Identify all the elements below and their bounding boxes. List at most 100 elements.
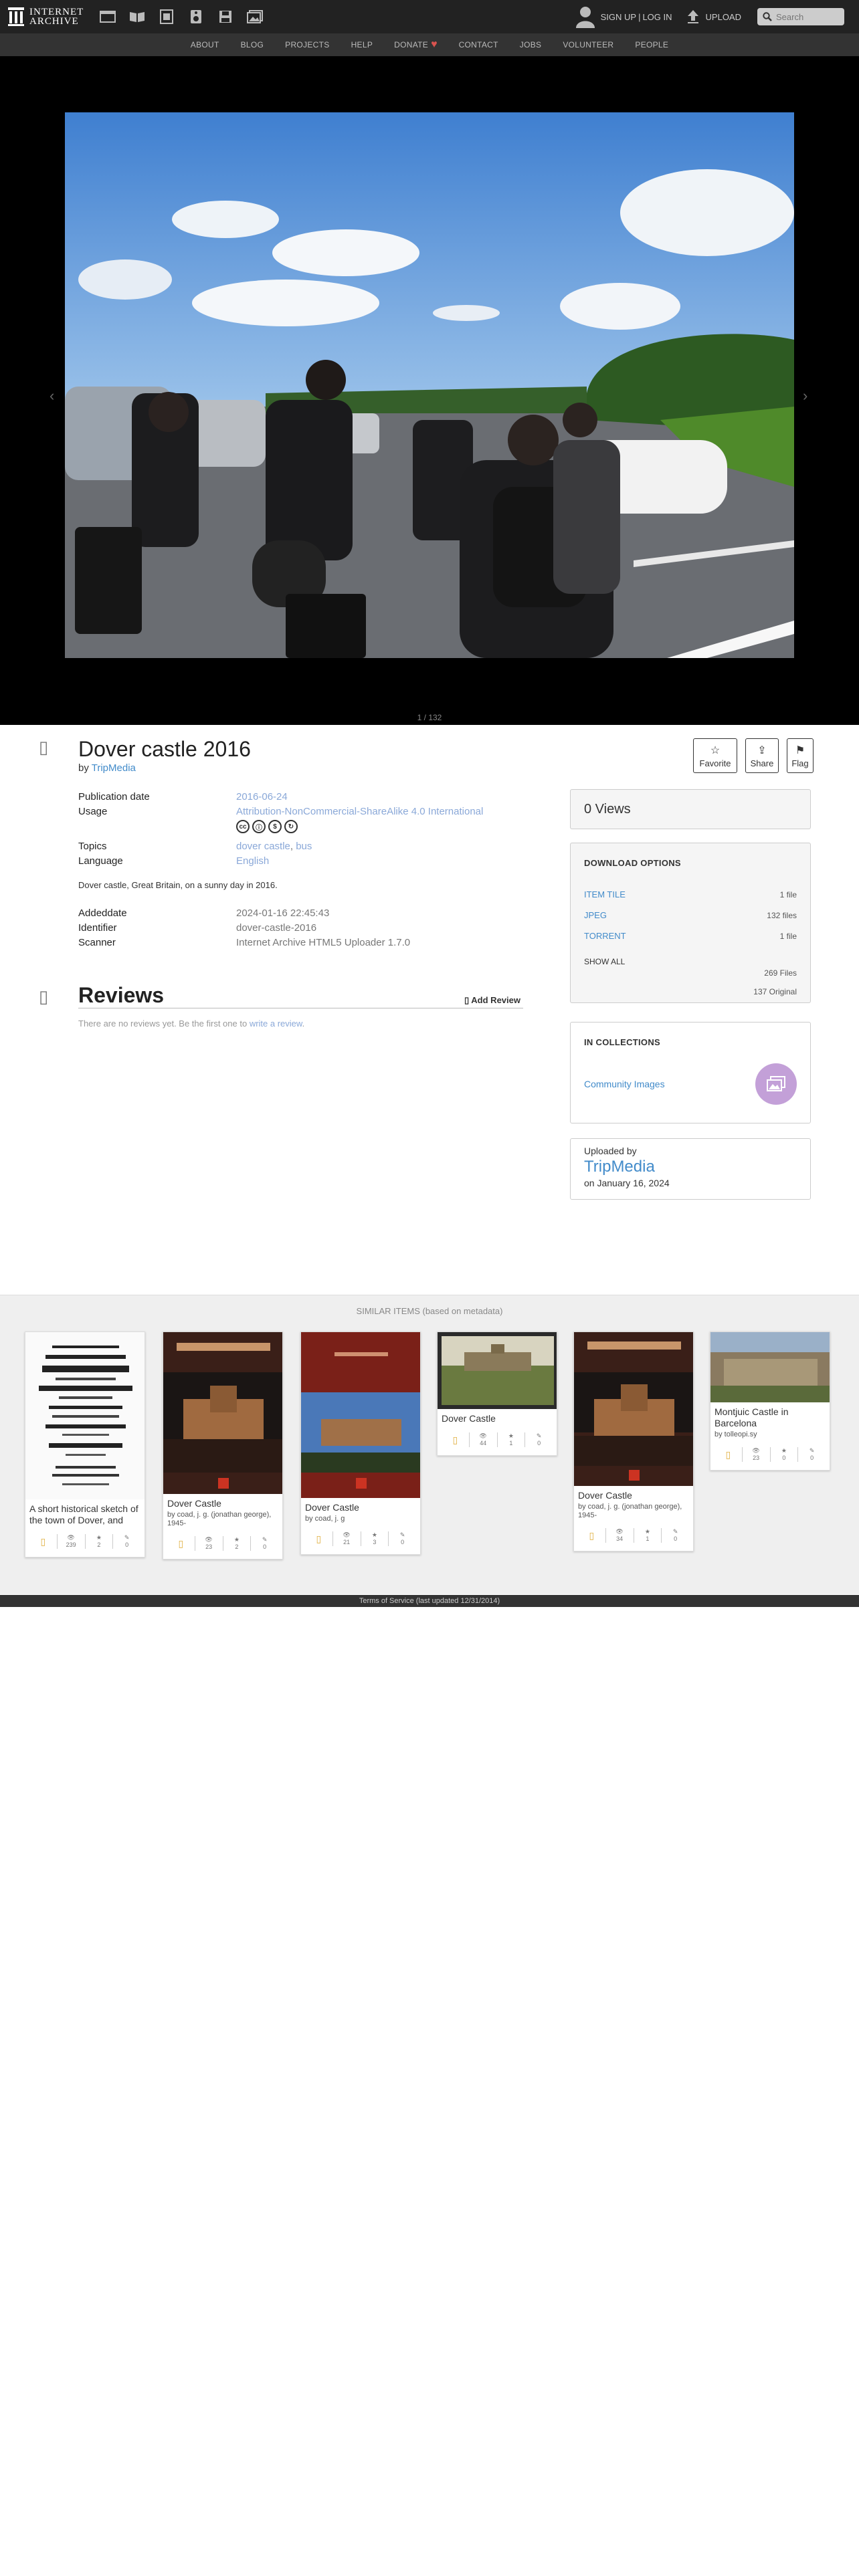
download-link[interactable]: JPEG (584, 910, 607, 920)
nav-donate[interactable]: DONATE (394, 40, 428, 49)
upload-icon (687, 10, 698, 23)
favorite-button[interactable]: ☆ Favorite (693, 738, 737, 773)
stat-views: 👁 44 (468, 1432, 497, 1447)
stat-views: 👁 23 (194, 1536, 223, 1551)
creator-line: by TripMedia (78, 762, 136, 774)
nav-about[interactable]: ABOUT (191, 40, 219, 49)
upload-button[interactable]: UPLOAD (687, 9, 741, 24)
download-count: 1 file (779, 931, 797, 941)
total-files: 269 Files (764, 968, 797, 978)
download-link[interactable]: ITEM TILE (584, 889, 626, 899)
pubdate-link[interactable]: 2016-06-24 (236, 791, 288, 802)
nav-help[interactable]: HELP (351, 40, 373, 49)
similar-item-card[interactable]: Montjuic Castle in Barcelona by tolleopi… (710, 1331, 830, 1471)
card-stats: ▯ 👁 239 ★ 2 ✎ 0 (29, 1531, 140, 1551)
reviews-side-icon: ▯ (39, 986, 49, 1006)
metadata-row: Addeddate 2024-01-16 22:45:43 (78, 905, 533, 920)
download-options-heading: DOWNLOAD OPTIONS (584, 858, 681, 868)
nav-blog[interactable]: BLOG (241, 40, 264, 49)
image-viewer: ‹ › 1 / 132 (0, 56, 859, 725)
stat-favorites: ★ 2 (84, 1534, 113, 1549)
next-page-arrow[interactable]: › (803, 387, 807, 405)
internet-archive-logo[interactable]: INTERNET ARCHIVE (8, 7, 84, 27)
collections-heading: IN COLLECTIONS (584, 1037, 660, 1047)
topic-separator: , (290, 840, 294, 852)
no-reviews-text: There are no reviews yet. Be the first o… (78, 1018, 248, 1029)
flag-label: Flag (791, 758, 809, 768)
card-author: by coad, j. g. (jonathan george), 1945- (167, 1511, 272, 1527)
similar-item-card[interactable]: Dover Castle by coad, j. g. (jonathan ge… (163, 1331, 283, 1560)
by-prefix: by (78, 762, 89, 774)
web-icon[interactable] (100, 9, 116, 24)
share-label: Share (750, 758, 774, 768)
metadata-key: Identifier (78, 922, 117, 934)
flag-button[interactable]: ⚑ Flag (787, 738, 814, 773)
similar-item-card[interactable]: Dover Castle ▯ 👁 44 ★ 1 ✎ 0 (437, 1331, 557, 1456)
flag-icon: ⚑ (795, 744, 805, 756)
metadata-row: Usage Attribution-NonCommercial-ShareAli… (78, 804, 533, 819)
metadata-row: Language English (78, 853, 533, 868)
card-title: Dover Castle (578, 1490, 632, 1501)
upload-date: on January 16, 2024 (584, 1178, 670, 1188)
software-icon[interactable] (217, 9, 233, 24)
add-review-button[interactable]: ▯ Add Review (464, 995, 520, 1006)
signup-link[interactable]: SIGN UP (601, 12, 636, 22)
metadata-key: Publication date (78, 790, 150, 802)
stat-views: 👁 23 (741, 1447, 770, 1462)
nav-volunteer[interactable]: VOLUNTEER (563, 40, 613, 49)
collection-images-icon[interactable] (755, 1063, 797, 1105)
download-link[interactable]: TORRENT (584, 931, 626, 941)
collection-link[interactable]: Community Images (584, 1079, 665, 1089)
original-files: 137 Original (753, 987, 797, 996)
audio-icon[interactable] (188, 9, 204, 24)
stat-favorites: ★ 1 (496, 1432, 525, 1447)
video-icon[interactable] (159, 9, 175, 24)
creator-link[interactable]: TripMedia (92, 762, 136, 774)
language-link[interactable]: English (236, 855, 269, 867)
collections-box: IN COLLECTIONS Community Images (570, 1022, 811, 1123)
similar-item-card[interactable]: Dover Castle by coad, j. g. (jonathan ge… (573, 1331, 694, 1551)
uploader-link[interactable]: TripMedia (584, 1158, 797, 1176)
item-metadata: Publication date 2016-06-24 Usage Attrib… (78, 789, 533, 868)
metadata-row: Identifier dover-castle-2016 (78, 920, 533, 935)
login-link[interactable]: LOG IN (642, 12, 672, 22)
upload-label: UPLOAD (705, 11, 741, 22)
nav-separator: | (638, 11, 641, 22)
user-icon[interactable] (575, 5, 595, 28)
cc-icon: cc (236, 820, 250, 833)
nav-jobs[interactable]: JOBS (520, 40, 542, 49)
uploader-box: Uploaded by TripMedia on January 16, 202… (570, 1138, 811, 1200)
images-icon[interactable] (247, 9, 264, 24)
photo-image (710, 1332, 830, 1402)
search-input[interactable] (776, 11, 843, 22)
similar-item-card[interactable]: Dover Castle by coad, j. g ▯ 👁 21 ★ 3 ✎ 0 (300, 1331, 421, 1555)
main-photo[interactable] (65, 112, 794, 658)
texts-icon[interactable] (129, 9, 145, 24)
stat-reviews: ✎ 0 (388, 1531, 416, 1546)
card-author: by tolleopi.sy (714, 1430, 757, 1438)
prev-page-arrow[interactable]: ‹ (50, 387, 54, 405)
nav-people[interactable]: PEOPLE (635, 40, 668, 49)
license-icons[interactable]: cc ⓘ $ ↻ (236, 820, 533, 833)
stat-reviews: ✎ 0 (661, 1528, 689, 1543)
nav-contact[interactable]: CONTACT (459, 40, 498, 49)
similar-items: SIMILAR ITEMS (based on metadata) A shor… (0, 1295, 859, 1594)
license-link[interactable]: Attribution-NonCommercial-ShareAlike 4.0… (236, 806, 483, 817)
favorite-label: Favorite (699, 758, 731, 768)
stat-favorites: ★ 1 (633, 1528, 662, 1543)
search-box[interactable] (757, 8, 844, 25)
footer-terms-link[interactable]: Terms of Service (last updated 12/31/201… (0, 1595, 859, 1607)
similar-item-card[interactable]: A short historical sketch of the town of… (25, 1331, 145, 1558)
metadata-row: Topics dover castle, bus (78, 839, 533, 853)
archive-building-icon (8, 7, 24, 26)
book-cover-image (301, 1332, 420, 1498)
share-button[interactable]: ⇪ Share (745, 738, 779, 773)
topic-link[interactable]: dover castle (236, 841, 290, 852)
stat-views: 👁 34 (605, 1528, 634, 1543)
cc-by-icon: ⓘ (252, 820, 266, 833)
write-review-link[interactable]: write a review (250, 1018, 302, 1029)
card-title: Dover Castle (305, 1502, 359, 1513)
card-stats: ▯ 👁 44 ★ 1 ✎ 0 (442, 1430, 553, 1450)
nav-projects[interactable]: PROJECTS (285, 40, 329, 49)
topic-link[interactable]: bus (296, 841, 312, 852)
